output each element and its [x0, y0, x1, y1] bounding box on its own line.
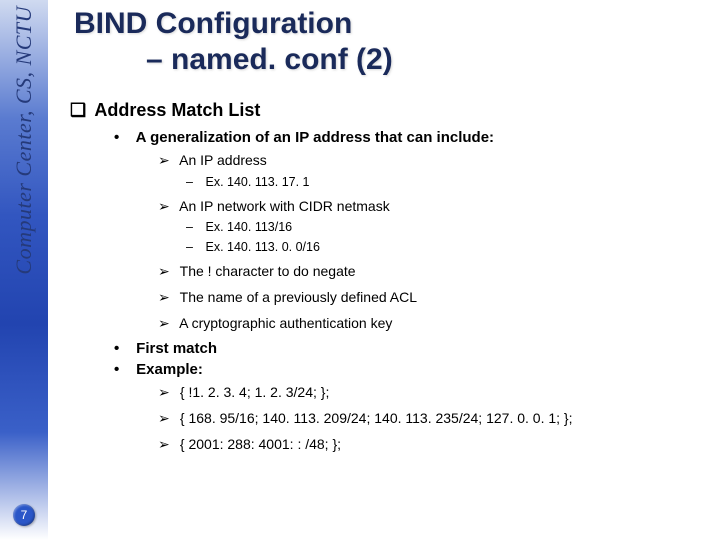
sidebar: Computer Center, CS, NCTU: [0, 0, 48, 540]
arrow-bullet-icon: ➢: [158, 313, 176, 335]
list-item: ➢ { !1. 2. 3. 4; 1. 2. 3/24; };: [158, 382, 716, 404]
slide-content: BIND Configuration – named. conf (2) ❑ A…: [56, 0, 716, 456]
dot-bullet-icon: •: [114, 129, 132, 146]
bullet-text: First match: [136, 340, 217, 357]
bullet-text: A generalization of an IP address that c…: [136, 129, 494, 146]
list-item: ➢ The name of a previously defined ACL: [158, 287, 716, 309]
dash-bullet-icon: –: [186, 172, 202, 192]
section-heading: Address Match List: [94, 100, 260, 120]
dot-bullet-icon: •: [114, 340, 132, 357]
list-item: ➢ An IP address: [158, 150, 716, 172]
subitem-text: Ex. 140. 113. 0. 0/16: [205, 240, 319, 254]
title-line-1: BIND Configuration: [74, 6, 716, 42]
arrow-bullet-icon: ➢: [158, 196, 176, 218]
bullet-first-match: • First match: [114, 340, 716, 357]
page-number-badge: 7: [13, 504, 35, 526]
item-text: { 168. 95/16; 140. 113. 209/24; 140. 113…: [180, 410, 573, 426]
item-text: { !1. 2. 3. 4; 1. 2. 3/24; };: [180, 384, 329, 400]
list-item: ➢ A cryptographic authentication key: [158, 313, 716, 335]
list-item: ➢ The ! character to do negate: [158, 261, 716, 283]
item-text: The ! character to do negate: [180, 263, 356, 279]
bullet-text: Example:: [136, 361, 203, 378]
arrow-bullet-icon: ➢: [158, 287, 176, 309]
dash-bullet-icon: –: [186, 237, 202, 257]
page-number: 7: [21, 508, 28, 522]
dash-bullet-icon: –: [186, 217, 202, 237]
arrow-bullet-icon: ➢: [158, 382, 176, 404]
arrow-bullet-icon: ➢: [158, 261, 176, 283]
list-item: ➢ { 2001: 288: 4001: : /48; };: [158, 434, 716, 456]
square-bullet-icon: ❑: [70, 100, 90, 121]
list-item: ➢ { 168. 95/16; 140. 113. 209/24; 140. 1…: [158, 408, 716, 430]
sidebar-label: Computer Center, CS, NCTU: [11, 6, 37, 275]
item-text: An IP address: [179, 152, 267, 168]
title-line-2: – named. conf (2): [146, 42, 716, 78]
item-text: A cryptographic authentication key: [179, 315, 392, 331]
list-item: ➢ An IP network with CIDR netmask: [158, 196, 716, 218]
item-text: { 2001: 288: 4001: : /48; };: [180, 436, 341, 452]
list-subitem: – Ex. 140. 113. 17. 1: [186, 172, 716, 192]
item-text: The name of a previously defined ACL: [180, 289, 417, 305]
list-subitem: – Ex. 140. 113/16: [186, 217, 716, 237]
arrow-bullet-icon: ➢: [158, 150, 176, 172]
item-text: An IP network with CIDR netmask: [179, 198, 390, 214]
slide-title: BIND Configuration – named. conf (2): [74, 6, 716, 78]
section-heading-row: ❑ Address Match List: [70, 100, 716, 121]
subitem-text: Ex. 140. 113. 17. 1: [205, 175, 309, 189]
bullet-example: • Example:: [114, 361, 716, 378]
arrow-bullet-icon: ➢: [158, 408, 176, 430]
arrow-bullet-icon: ➢: [158, 434, 176, 456]
bullet-generalization: • A generalization of an IP address that…: [114, 129, 716, 146]
subitem-text: Ex. 140. 113/16: [205, 220, 292, 234]
list-subitem: – Ex. 140. 113. 0. 0/16: [186, 237, 716, 257]
dot-bullet-icon: •: [114, 361, 132, 378]
